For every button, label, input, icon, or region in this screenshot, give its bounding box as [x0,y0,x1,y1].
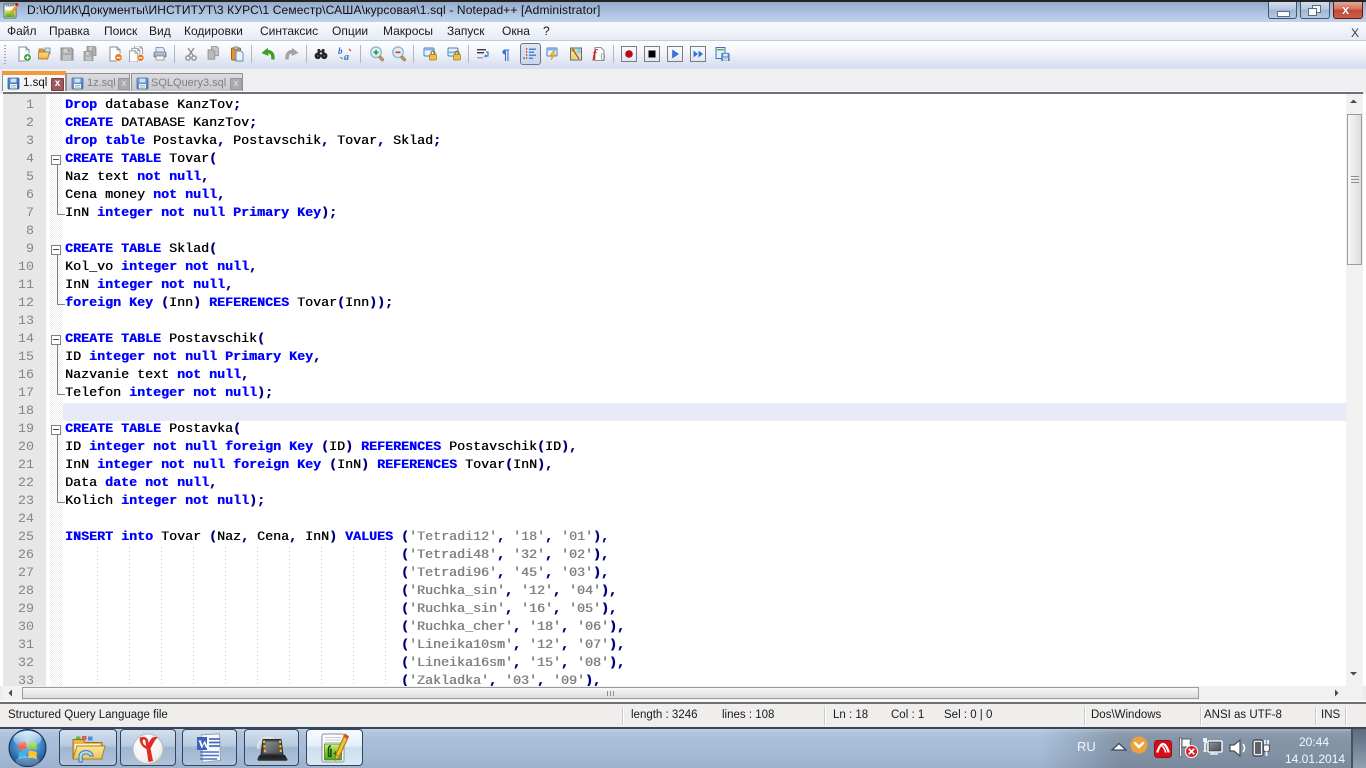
svg-text:W: W [198,737,210,751]
svg-text:b: b [338,46,343,56]
svg-text:a: a [344,52,349,62]
svg-text:¶: ¶ [502,46,510,62]
svg-text:(): () [600,54,605,61]
